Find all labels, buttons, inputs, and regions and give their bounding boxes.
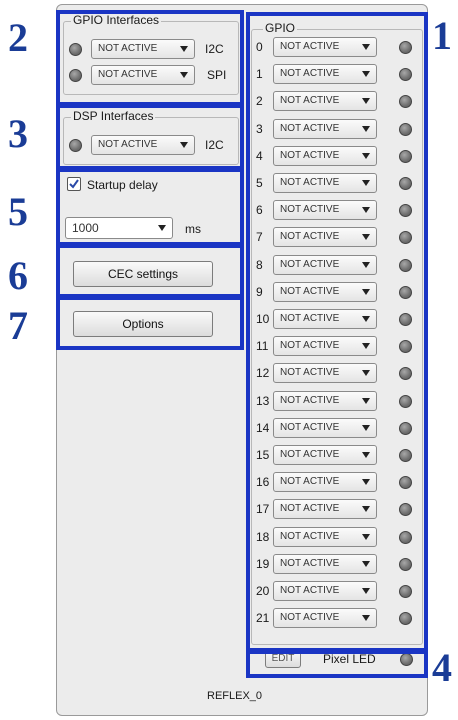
callout-box-4: [246, 650, 428, 678]
callout-6: 6: [8, 253, 28, 298]
callout-4: 4: [432, 645, 452, 690]
callout-box-7: [56, 296, 244, 350]
callout-box-5: [56, 168, 244, 246]
callout-3: 3: [8, 111, 28, 156]
callout-7: 7: [8, 303, 28, 348]
callout-box-6: [56, 244, 244, 298]
callout-box-2: [56, 10, 244, 106]
callout-1: 1: [432, 13, 452, 58]
device-name-footer: REFLEX_0: [207, 690, 263, 702]
callout-box-3: [56, 104, 244, 170]
callout-box-1: [246, 12, 428, 652]
callout-5: 5: [8, 189, 28, 234]
callout-2: 2: [8, 15, 28, 60]
